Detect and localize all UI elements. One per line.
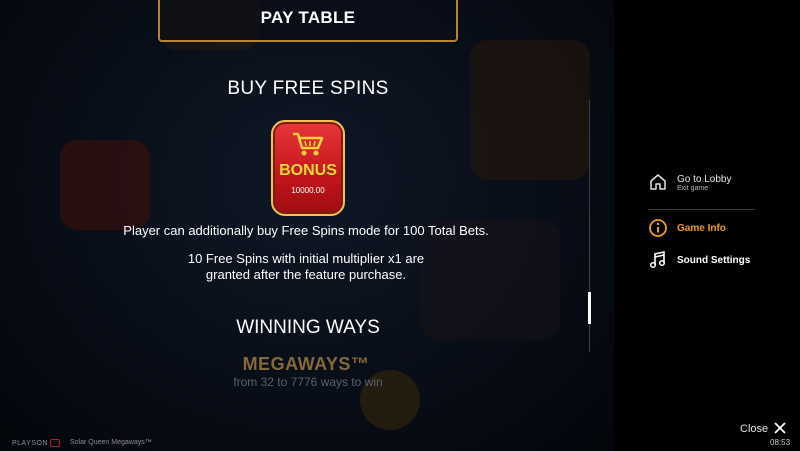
menu-divider xyxy=(648,209,755,210)
close-label: Close xyxy=(740,423,769,435)
lobby-label: Go to Lobby xyxy=(677,174,732,185)
clock: 08:53 xyxy=(770,438,791,447)
music-note-icon xyxy=(649,251,666,269)
page-title: PAY TABLE xyxy=(260,8,356,27)
megaways-logo: MEGAWAYS™ xyxy=(242,354,370,374)
game-info-label: Game Info xyxy=(677,223,726,234)
close-icon xyxy=(774,422,786,434)
sound-settings-label: Sound Settings xyxy=(677,255,751,266)
side-menu: Go to Lobby Exit game Game Info Sound Se… xyxy=(614,0,800,451)
home-icon xyxy=(650,174,666,190)
brand-logo: PLAYSON xyxy=(12,439,61,447)
shopping-cart-icon xyxy=(293,132,324,156)
buy-description: Player can additionally buy Free Spins m… xyxy=(123,223,489,238)
spins-description-line: 10 Free Spins with initial multiplier x1… xyxy=(187,251,425,266)
bonus-price: 10000.00 xyxy=(291,186,325,195)
winning-ways-heading: WINNING WAYS xyxy=(236,317,380,338)
buy-free-spins-heading: BUY FREE SPINS xyxy=(227,78,389,99)
bonus-buy-icon: BONUS 10000.00 xyxy=(271,120,345,216)
spins-description: 10 Free Spins with initial multiplier x1… xyxy=(100,251,512,283)
footer: PLAYSON Solar Queen Megaways™ xyxy=(0,437,614,451)
ways-description: from 32 to 7776 ways to win xyxy=(233,375,383,389)
lobby-sublabel: Exit game xyxy=(677,185,709,192)
spins-description-line: granted after the feature purchase. xyxy=(205,267,407,282)
bonus-label: BONUS xyxy=(279,162,337,179)
game-name: Solar Queen Megaways™ xyxy=(70,439,152,446)
scrollbar-thumb[interactable] xyxy=(588,292,591,324)
brand-name: PLAYSON xyxy=(12,439,49,447)
brand-mark-icon xyxy=(50,439,61,447)
info-icon xyxy=(649,219,667,237)
